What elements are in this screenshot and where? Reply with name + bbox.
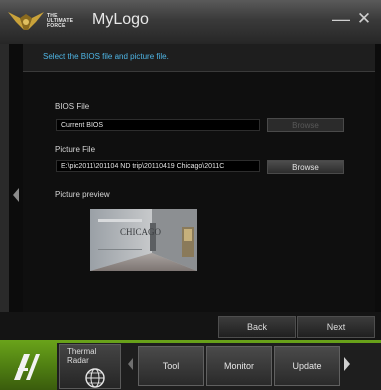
picture-file-field[interactable]: E:\pic2011\201104 ND trip\20110419 Chica… <box>56 160 260 172</box>
thermal-label-line: Radar <box>67 356 89 365</box>
close-button[interactable]: ✕ <box>356 9 372 29</box>
picture-preview-label: Picture preview <box>55 190 110 199</box>
app-title: MyLogo <box>92 11 149 28</box>
instruction-text: Select the BIOS file and picture file. <box>43 52 169 61</box>
bios-file-field[interactable]: Current BIOS <box>56 119 260 131</box>
dock-scroll-right-icon[interactable] <box>344 357 350 371</box>
minimize-button[interactable]: — <box>332 9 350 29</box>
thermal-radar-label: Thermal Radar <box>67 347 96 365</box>
picture-browse-button[interactable]: Browse <box>267 160 344 174</box>
dock-update-button[interactable]: Update <box>274 346 340 386</box>
title-bar[interactable]: THE ULTIMATE FORCE MyLogo — ✕ <box>0 0 381 44</box>
dock-tool-button[interactable]: Tool <box>138 346 204 386</box>
tuf-wings-icon <box>8 12 44 30</box>
brand-line: FORCE <box>47 23 66 29</box>
instruction-bar: Select the BIOS file and picture file. <box>23 44 375 72</box>
left-side-strip <box>0 44 9 340</box>
ai-suite-logo-icon <box>14 354 40 380</box>
thermal-label-line: Thermal <box>67 347 97 356</box>
bios-file-label: BIOS File <box>55 102 90 111</box>
mylogo-window: THE ULTIMATE FORCE MyLogo — ✕ Select the… <box>0 0 381 390</box>
next-button[interactable]: Next <box>297 316 375 338</box>
brand-logo: THE ULTIMATE FORCE <box>47 14 73 29</box>
dock-monitor-button[interactable]: Monitor <box>206 346 272 386</box>
left-arrow-icon[interactable] <box>13 188 19 202</box>
bios-browse-button[interactable]: Browse <box>267 118 344 132</box>
picture-preview-image: CHICAGO <box>90 209 197 271</box>
preview-sign-text: CHICAGO <box>120 227 162 237</box>
thermal-radar-button[interactable]: Thermal Radar <box>59 344 121 389</box>
radar-globe-icon <box>85 368 105 388</box>
dock-scroll-left-icon[interactable] <box>128 358 133 370</box>
picture-file-label: Picture File <box>55 145 96 154</box>
back-button[interactable]: Back <box>218 316 296 338</box>
